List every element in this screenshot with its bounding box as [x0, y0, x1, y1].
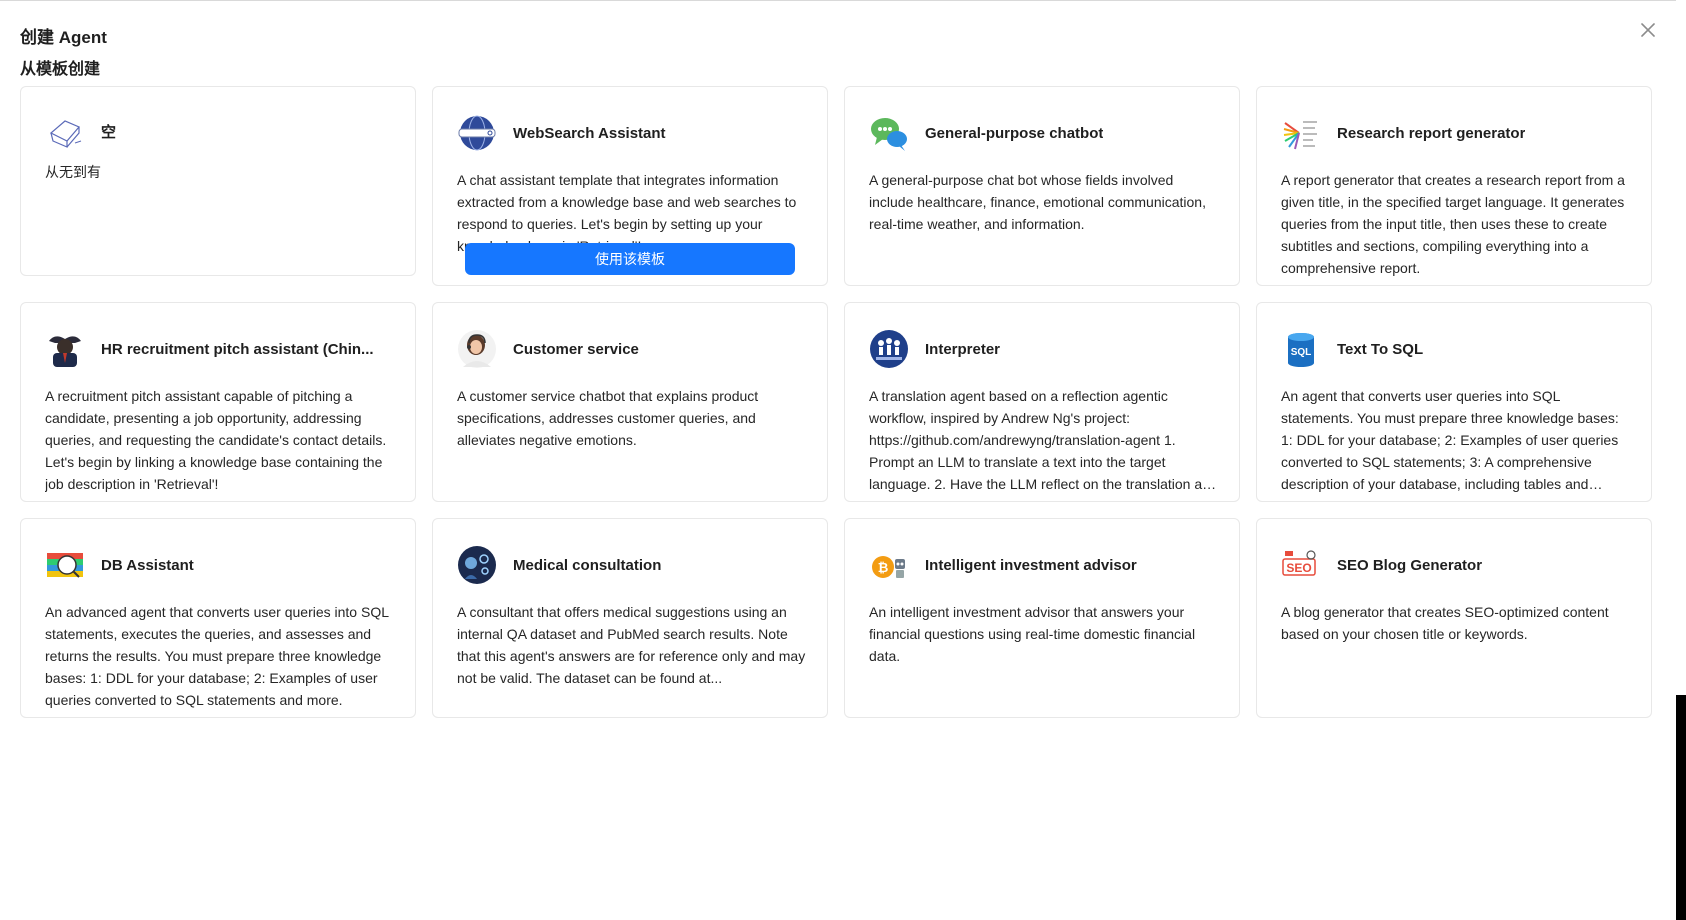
template-card-investment-advisor[interactable]: ₿ Intelligent investment advisor An inte…: [844, 518, 1240, 718]
template-title: General-purpose chatbot: [925, 124, 1104, 142]
template-title: Interpreter: [925, 340, 1001, 358]
scrollbar-thumb[interactable]: [1676, 0, 1686, 695]
interpreter-icon: [869, 329, 909, 369]
template-description: An advanced agent that converts user que…: [45, 604, 389, 708]
template-card-hr-recruitment[interactable]: HR recruitment pitch assistant (Chin... …: [20, 302, 416, 502]
template-card-research-report[interactable]: Research report generator A report gener…: [1256, 86, 1652, 286]
template-title: Research report generator: [1337, 124, 1526, 142]
template-description: 从无到有: [45, 164, 101, 180]
report-chart-icon: [1281, 113, 1321, 153]
svg-text:SQL: SQL: [1291, 347, 1312, 358]
template-card-seo-blog[interactable]: SEO SEO Blog Generator A blog generator …: [1256, 518, 1652, 718]
template-card-db-assistant[interactable]: DB Assistant An advanced agent that conv…: [20, 518, 416, 718]
template-card-general-chatbot[interactable]: General-purpose chatbot A general-purpos…: [844, 86, 1240, 286]
template-title: WebSearch Assistant: [513, 124, 666, 142]
close-icon[interactable]: [1637, 19, 1659, 41]
template-card-medical-consultation[interactable]: Medical consultation A consultant that o…: [432, 518, 828, 718]
template-description: A customer service chatbot that explains…: [457, 388, 759, 448]
scrollbar[interactable]: [1676, 0, 1686, 920]
template-card-interpreter[interactable]: Interpreter A translation agent based on…: [844, 302, 1240, 502]
template-title: Medical consultation: [513, 556, 662, 574]
hr-avatar-icon: [45, 329, 85, 369]
template-title: 空: [101, 123, 117, 141]
template-title: Customer service: [513, 340, 639, 358]
empty-box-icon: [45, 111, 85, 151]
modal-title: 创建 Agent: [20, 28, 107, 47]
db-assistant-icon: [45, 545, 85, 585]
seo-icon: SEO: [1281, 545, 1321, 585]
svg-text:₿: ₿: [878, 560, 889, 575]
sql-database-icon: SQL: [1281, 329, 1321, 369]
section-title: 从模板创建: [20, 61, 101, 78]
customer-service-avatar-icon: [457, 329, 497, 369]
bitcoin-robot-icon: ₿: [869, 545, 909, 585]
template-card-websearch[interactable]: WebSearch Assistant A chat assistant tem…: [432, 86, 828, 286]
create-agent-modal: 创建 Agent 从模板创建 空 从无到有 WebSearch Assistan…: [0, 0, 1676, 920]
template-title: DB Assistant: [101, 556, 194, 574]
svg-text:SEO: SEO: [1286, 561, 1311, 575]
template-description: A consultant that offers medical suggest…: [457, 604, 806, 686]
template-title: Text To SQL: [1337, 340, 1424, 358]
template-description: An agent that converts user queries into…: [1281, 388, 1619, 492]
template-description: A recruitment pitch assistant capable of…: [45, 388, 387, 492]
template-description: A general-purpose chat bot whose fields …: [869, 172, 1206, 232]
chat-bubbles-icon: [869, 113, 909, 153]
use-template-button[interactable]: 使用该模板: [465, 243, 795, 275]
template-card-empty[interactable]: 空 从无到有: [20, 86, 416, 276]
template-title: HR recruitment pitch assistant (Chin...: [101, 340, 374, 358]
template-grid: 空 从无到有 WebSearch Assistant A chat assist…: [20, 86, 1652, 718]
template-description: An intelligent investment advisor that a…: [869, 604, 1196, 664]
template-title: Intelligent investment advisor: [925, 556, 1137, 574]
template-card-customer-service[interactable]: Customer service A customer service chat…: [432, 302, 828, 502]
template-title: SEO Blog Generator: [1337, 556, 1483, 574]
template-description: A report generator that creates a resear…: [1281, 172, 1625, 276]
template-description: A blog generator that creates SEO-optimi…: [1281, 604, 1609, 642]
template-description: A translation agent based on a reflectio…: [869, 388, 1218, 492]
globe-search-icon: [457, 113, 497, 153]
medical-icon: [457, 545, 497, 585]
template-card-text-to-sql[interactable]: SQL Text To SQL An agent that converts u…: [1256, 302, 1652, 502]
